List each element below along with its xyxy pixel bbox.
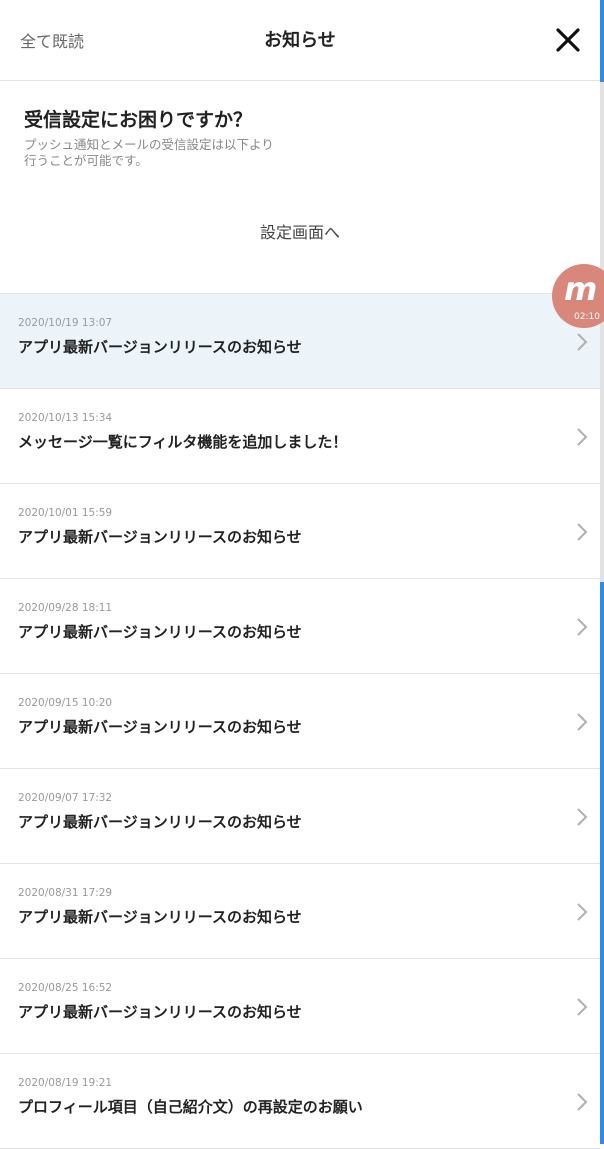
notification-title: アプリ最新バージョンリリースのお知らせ bbox=[18, 813, 302, 831]
settings-help-desc-line1: プッシュ通知とメールの受信設定は以下より bbox=[24, 137, 274, 152]
notification-title: アプリ最新バージョンリリースのお知らせ bbox=[18, 528, 302, 546]
notification-item[interactable]: 2020/10/01 15:59 アプリ最新バージョンリリースのお知らせ bbox=[0, 484, 600, 579]
notification-list: 2020/10/19 13:07 アプリ最新バージョンリリースのお知らせ 2020/… bbox=[0, 293, 600, 1149]
settings-help-description: プッシュ通知とメールの受信設定は以下より 行うことが可能です。 bbox=[24, 137, 344, 169]
chevron-right-icon bbox=[577, 998, 588, 1016]
close-button[interactable] bbox=[552, 24, 584, 56]
notification-item[interactable]: 2020/10/13 15:34 メッセージ一覧にフィルタ機能を追加しました！ bbox=[0, 389, 600, 484]
notification-title: メッセージ一覧にフィルタ機能を追加しました！ bbox=[18, 433, 348, 451]
notification-title: プロフィール項目（自己紹介文）の再設定のお願い bbox=[18, 1098, 363, 1116]
close-icon bbox=[556, 28, 580, 52]
notification-date: 2020/10/01 15:59 bbox=[18, 507, 113, 519]
notification-date: 2020/10/19 13:07 bbox=[18, 317, 113, 329]
badge-logo: m bbox=[564, 270, 598, 308]
settings-screen-link[interactable]: 設定画面へ bbox=[0, 219, 600, 243]
notification-date: 2020/08/19 19:21 bbox=[18, 1077, 113, 1089]
notification-title: アプリ最新バージョンリリースのお知らせ bbox=[18, 908, 302, 926]
settings-help-desc-line2: 行うことが可能です。 bbox=[24, 153, 148, 168]
chevron-right-icon bbox=[577, 1093, 588, 1111]
settings-help-heading: 受信設定にお困りですか？ bbox=[24, 109, 253, 131]
notification-date: 2020/10/13 15:34 bbox=[18, 412, 113, 424]
notification-item[interactable]: 2020/10/19 13:07 アプリ最新バージョンリリースのお知らせ bbox=[0, 294, 600, 389]
notification-item[interactable]: 2020/08/25 16:52 アプリ最新バージョンリリースのお知らせ bbox=[0, 959, 600, 1054]
chevron-right-icon bbox=[577, 903, 588, 921]
page-title: お知らせ bbox=[264, 30, 336, 51]
notification-date: 2020/08/25 16:52 bbox=[18, 982, 113, 994]
notification-item[interactable]: 2020/09/15 10:20 アプリ最新バージョンリリースのお知らせ bbox=[0, 674, 600, 769]
notification-item[interactable]: 2020/08/31 17:29 アプリ最新バージョンリリースのお知らせ bbox=[0, 864, 600, 959]
chevron-right-icon bbox=[577, 808, 588, 826]
notification-title: アプリ最新バージョンリリースのお知らせ bbox=[18, 1003, 302, 1021]
notification-item[interactable]: 2020/09/28 18:11 アプリ最新バージョンリリースのお知らせ bbox=[0, 579, 600, 674]
settings-help-section: 受信設定にお困りですか？ プッシュ通知とメールの受信設定は以下より 行うことが可… bbox=[0, 81, 600, 293]
notification-title: アプリ最新バージョンリリースのお知らせ bbox=[18, 718, 302, 736]
notification-date: 2020/08/31 17:29 bbox=[18, 887, 113, 899]
chevron-right-icon bbox=[577, 713, 588, 731]
chevron-right-icon bbox=[577, 428, 588, 446]
chevron-right-icon bbox=[577, 618, 588, 636]
notification-item[interactable]: 2020/09/07 17:32 アプリ最新バージョンリリースのお知らせ bbox=[0, 769, 600, 864]
chevron-right-icon bbox=[577, 333, 588, 351]
badge-time: 02:10 bbox=[574, 312, 600, 322]
notification-title: アプリ最新バージョンリリースのお知らせ bbox=[18, 338, 302, 356]
chevron-right-icon bbox=[577, 523, 588, 541]
notification-item[interactable]: 2020/08/19 19:21 プロフィール項目（自己紹介文）の再設定のお願い bbox=[0, 1054, 600, 1149]
notification-date: 2020/09/15 10:20 bbox=[18, 697, 113, 709]
header: 全て既読 お知らせ bbox=[0, 0, 600, 81]
scrollbar-thumb[interactable] bbox=[600, 82, 604, 582]
notification-date: 2020/09/07 17:32 bbox=[18, 792, 113, 804]
notification-date: 2020/09/28 18:11 bbox=[18, 602, 113, 614]
notification-title: アプリ最新バージョンリリースのお知らせ bbox=[18, 623, 302, 641]
